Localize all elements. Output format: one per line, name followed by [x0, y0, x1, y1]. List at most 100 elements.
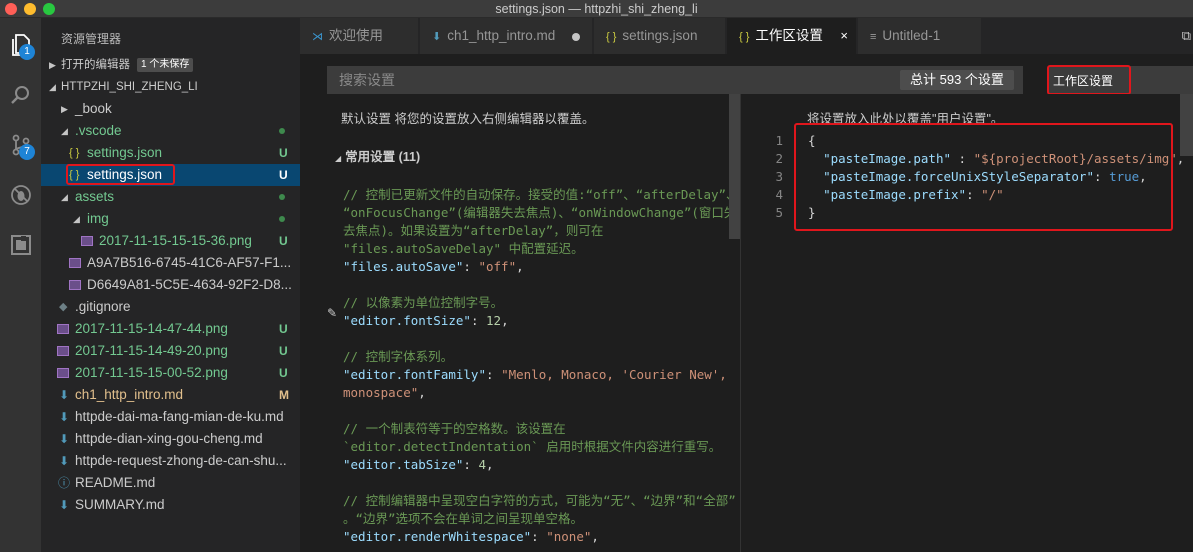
tree-item-image-a9a7[interactable]: A9A7B516-6745-41C6-AF57-F1...	[41, 252, 300, 274]
source-control-button[interactable]: 7	[4, 128, 37, 161]
tree-item-gitignore[interactable]: ◆ .gitignore	[41, 296, 300, 318]
code-comment: // 控制编辑器中呈现空白字符的方式，可能为“无”、“边界”和“全部”	[343, 493, 736, 508]
search-settings-input[interactable]	[327, 66, 887, 94]
code-setting-line[interactable]: "editor.tabSize": 4,	[343, 456, 494, 474]
tab-workspace-settings[interactable]: { } 工作区设置 ×	[727, 18, 857, 54]
tree-item-summary[interactable]: ⬇ SUMMARY.md	[41, 494, 300, 516]
code-comment: "files.autoSaveDelay" 中配置延迟。	[343, 241, 584, 256]
tab-untitled[interactable]: ≡ Untitled-1	[858, 18, 982, 54]
highlight-box	[1047, 65, 1131, 95]
chevron-down-icon: ◢	[73, 214, 80, 224]
code-setting-line[interactable]: "editor.fontFamily": "Menlo, Monaco, 'Co…	[343, 366, 727, 384]
markdown-file-icon: ⬇	[59, 410, 70, 424]
image-file-icon	[57, 346, 69, 356]
chevron-down-icon: ◢	[61, 126, 68, 136]
info-icon: ⓘ	[58, 476, 71, 490]
tab-ch1-md[interactable]: ⬇ ch1_http_intro.md	[420, 18, 593, 54]
split-editor-icon[interactable]: ⧉	[1182, 28, 1191, 44]
tab-bar: ⋊ 欢迎使用 ⬇ ch1_http_intro.md { } settings.jso…	[300, 18, 1193, 54]
group-header-common[interactable]: ◢ 常用设置 (11)	[335, 146, 420, 165]
open-editors-header[interactable]: ▶ 打开的编辑器 1 个未保存	[41, 54, 300, 76]
markdown-file-icon: ⬇	[432, 31, 442, 43]
git-dot	[279, 128, 285, 134]
markdown-file-icon: ⬇	[59, 454, 70, 468]
git-dot	[279, 194, 285, 200]
source-control-badge: 7	[19, 144, 35, 160]
chevron-right-icon: ▶	[61, 104, 68, 114]
activity-bar: 1 7	[0, 18, 41, 552]
tree-item-settings-json-1[interactable]: { } settings.json U	[41, 142, 300, 164]
debug-button[interactable]	[4, 178, 37, 211]
chevron-down-icon: ◢	[335, 154, 342, 163]
tree-item-md-3[interactable]: ⬇ httpde-request-zhong-de-can-shu...	[41, 450, 300, 472]
git-dot	[279, 216, 285, 222]
markdown-file-icon: ⬇	[59, 432, 70, 446]
search-icon	[10, 85, 29, 104]
tree-item-img[interactable]: ◢ img	[41, 208, 300, 230]
markdown-file-icon: ⬇	[59, 388, 70, 402]
code-comment: “onFocusChange”(编辑器失去焦点)、“onWindowChange…	[343, 205, 737, 220]
search-button[interactable]	[4, 78, 37, 111]
code-comment: // 控制已更新文件的自动保存。接受的值:“off”、“afterDelay”、	[343, 187, 739, 202]
settings-file-icon: ◆	[59, 301, 68, 313]
workspace-pane-scrollbar[interactable]	[1180, 94, 1193, 156]
chevron-right-icon: ▶	[49, 60, 56, 70]
extensions-button[interactable]	[4, 228, 37, 261]
image-file-icon	[69, 258, 81, 268]
json-file-icon: { }	[69, 147, 80, 159]
close-icon[interactable]: ×	[840, 18, 848, 54]
highlight-box	[794, 123, 1173, 231]
settings-search: 总计 593 个设置	[327, 66, 1023, 94]
tree-item-md-1[interactable]: ⬇ httpde-dai-ma-fang-mian-de-ku.md	[41, 406, 300, 428]
code-value-continuation: monospace",	[343, 385, 426, 400]
tab-welcome[interactable]: ⋊ 欢迎使用	[300, 18, 419, 54]
tree-item-vscode[interactable]: ◢ .vscode	[41, 120, 300, 142]
tree-item-assets[interactable]: ◢ assets	[41, 186, 300, 208]
explorer-button[interactable]: 1	[4, 28, 37, 61]
tree-item-png-1[interactable]: 2017-11-15-15-15-36.png U	[41, 230, 300, 252]
default-settings-header: 默认设置 将您的设置放入右侧编辑器以覆盖。	[341, 112, 595, 126]
code-comment: 。“边界”选项不会在单词之间呈现单空格。	[343, 511, 584, 526]
code-comment: // 一个制表符等于的空格数。该设置在	[343, 421, 566, 436]
explorer-sidebar: 资源管理器 ▶ 打开的编辑器 1 个未保存 ◢ HTTPZHI_SHI_ZHEN…	[41, 18, 300, 552]
image-file-icon	[81, 236, 93, 246]
code-comment: // 控制字体系列。	[343, 349, 454, 364]
code-setting-line[interactable]: "editor.fontSize": 12,	[343, 312, 509, 330]
title-bar: settings.json — httpzhi_shi_zheng_li	[0, 0, 1193, 18]
image-file-icon	[57, 368, 69, 378]
tree-item-readme[interactable]: ⓘ README.md	[41, 472, 300, 494]
tree-item-book[interactable]: ▶ _book	[41, 98, 300, 120]
sidebar-title: 资源管理器	[61, 32, 122, 46]
tree-item-png-3[interactable]: 2017-11-15-14-49-20.png U	[41, 340, 300, 362]
window-title: settings.json — httpzhi_shi_zheng_li	[495, 2, 698, 16]
chevron-down-icon: ◢	[61, 192, 68, 202]
dirty-dot-icon	[572, 33, 580, 41]
code-comment: 去焦点)。如果设置为“afterDelay”，则可在	[343, 223, 604, 238]
tree-item-image-d664[interactable]: D6649A81-5C5E-4634-92F2-D8...	[41, 274, 300, 296]
debug-icon	[10, 184, 31, 205]
highlight-box	[66, 164, 175, 185]
tree-item-md-2[interactable]: ⬇ httpde-dian-xing-gou-cheng.md	[41, 428, 300, 450]
code-setting-line[interactable]: "editor.renderWhitespace": "none",	[343, 528, 599, 546]
edit-pencil-icon[interactable]: ✎	[327, 306, 337, 320]
default-settings-pane: 默认设置 将您的设置放入右侧编辑器以覆盖。 ◢ 常用设置 (11) // 控制已更…	[327, 94, 739, 552]
code-setting-line[interactable]: "files.autoSave": "off",	[343, 258, 524, 276]
tab-settings-json[interactable]: { } settings.json	[594, 18, 726, 54]
text-file-icon: ≡	[870, 31, 877, 43]
extensions-icon	[10, 234, 31, 255]
image-file-icon	[57, 324, 69, 334]
chevron-down-icon: ◢	[49, 82, 56, 92]
markdown-file-icon: ⬇	[59, 498, 70, 512]
tree-item-png-4[interactable]: 2017-11-15-15-00-52.png U	[41, 362, 300, 384]
json-file-icon: { }	[739, 31, 750, 43]
vscode-icon: ⋊	[312, 31, 323, 43]
settings-count-badge: 总计 593 个设置	[900, 70, 1014, 90]
workspace-root-header[interactable]: ◢ HTTPZHI_SHI_ZHENG_LI	[41, 76, 300, 98]
settings-editor: 总计 593 个设置 工作区设置 默认设置 将您的设置放入右侧编辑器以覆盖。 ◢…	[300, 54, 1193, 552]
unsaved-badge: 1 个未保存	[137, 58, 194, 72]
tree-item-png-2[interactable]: 2017-11-15-14-47-44.png U	[41, 318, 300, 340]
json-file-icon: { }	[606, 31, 617, 43]
code-comment: `editor.detectIndentation` 启用时根据文件内容进行重写…	[343, 439, 722, 454]
explorer-badge: 1	[19, 44, 35, 60]
tree-item-ch1-md[interactable]: ⬇ ch1_http_intro.md M	[41, 384, 300, 406]
